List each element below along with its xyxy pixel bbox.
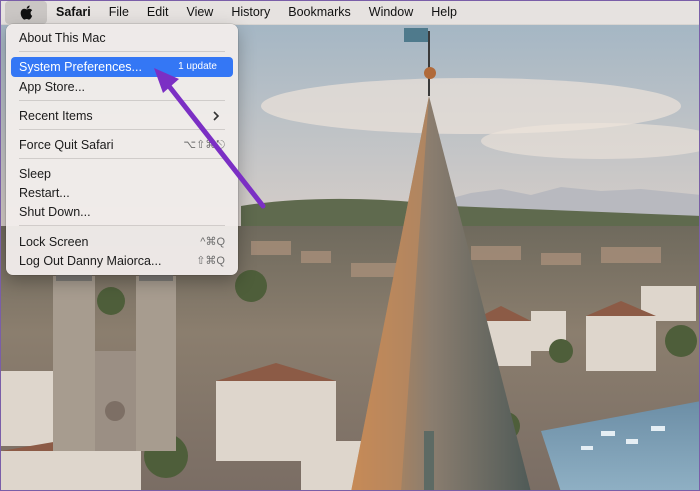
about-this-mac-label: About This Mac: [19, 31, 106, 45]
menu-window[interactable]: Window: [360, 1, 422, 24]
lock-screen-label: Lock Screen: [19, 235, 89, 249]
menu-separator: [19, 129, 225, 130]
menu-bookmarks[interactable]: Bookmarks: [279, 1, 360, 24]
recent-items-item[interactable]: Recent Items: [11, 106, 233, 126]
screen: Safari File Edit View History Bookmarks …: [0, 0, 700, 491]
menu-separator: [19, 100, 225, 101]
menu-view[interactable]: View: [177, 1, 222, 24]
sleep-label: Sleep: [19, 167, 51, 181]
app-store-item[interactable]: App Store...: [11, 77, 233, 97]
menu-separator: [19, 51, 225, 52]
apple-logo-icon: [20, 5, 32, 20]
app-store-label: App Store...: [19, 80, 86, 94]
force-quit-shortcut: ⌥⇧⌘⎋: [183, 139, 225, 151]
force-quit-item[interactable]: Force Quit Safari ⌥⇧⌘⎋: [11, 135, 233, 155]
menu-bar: Safari File Edit View History Bookmarks …: [1, 1, 699, 25]
recent-items-label: Recent Items: [19, 109, 93, 123]
system-preferences-item[interactable]: System Preferences... 1 update: [11, 57, 233, 77]
menu-file[interactable]: File: [100, 1, 138, 24]
sleep-item[interactable]: Sleep: [11, 164, 233, 184]
system-preferences-label: System Preferences...: [19, 60, 142, 74]
about-this-mac-item[interactable]: About This Mac: [11, 28, 233, 48]
shut-down-item[interactable]: Shut Down...: [11, 202, 233, 222]
shut-down-label: Shut Down...: [19, 205, 91, 219]
restart-item[interactable]: Restart...: [11, 183, 233, 203]
menu-separator: [19, 158, 225, 159]
apple-menu-button[interactable]: [5, 1, 47, 24]
menu-history[interactable]: History: [222, 1, 279, 24]
log-out-shortcut: ⇧⌘Q: [196, 255, 225, 267]
log-out-label: Log Out Danny Maiorca...: [19, 254, 162, 268]
log-out-item[interactable]: Log Out Danny Maiorca... ⇧⌘Q: [11, 251, 233, 271]
chevron-right-icon: [213, 111, 220, 121]
apple-menu-dropdown: About This Mac System Preferences... 1 u…: [6, 24, 238, 275]
menu-app-name[interactable]: Safari: [47, 1, 100, 24]
menu-separator: [19, 225, 225, 226]
update-badge: 1 update: [178, 61, 217, 72]
menu-help[interactable]: Help: [422, 1, 466, 24]
restart-label: Restart...: [19, 186, 70, 200]
lock-screen-item[interactable]: Lock Screen ^⌘Q: [11, 232, 233, 252]
lock-screen-shortcut: ^⌘Q: [200, 236, 225, 248]
force-quit-label: Force Quit Safari: [19, 138, 114, 152]
menu-edit[interactable]: Edit: [138, 1, 178, 24]
